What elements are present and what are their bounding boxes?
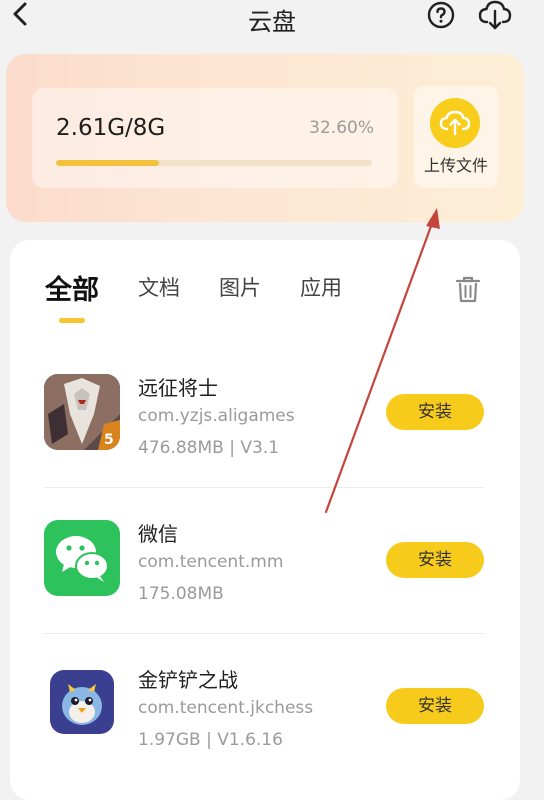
app-package: com.yzjs.aligames [138,406,295,426]
storage-usage-text: 2.61G/8G [56,115,166,141]
header-bar: 云盘 [0,0,544,36]
tab-documents[interactable]: 文档 [138,272,180,302]
cloud-upload-icon [430,98,480,148]
install-button[interactable]: 安装 [386,394,484,430]
cloud-download-icon[interactable] [477,0,513,30]
wechat-icon [44,520,120,596]
app-name: 微信 [138,522,178,546]
app-name: 金铲铲之战 [138,668,238,692]
active-tab-indicator [59,318,85,323]
divider [44,487,484,488]
app-name: 远征将士 [138,376,218,400]
tab-apps[interactable]: 应用 [300,272,342,302]
upload-file-label: 上传文件 [423,156,488,175]
app-size: 476.88MB | V3.1 [138,438,280,458]
app-package: com.tencent.mm [138,552,284,572]
game-penguin-icon [50,670,114,734]
divider [44,633,484,634]
tab-all[interactable]: 全部 [45,268,99,307]
svg-text:5: 5 [104,432,114,448]
storage-progress-bar [56,160,372,166]
app-size: 175.08MB [138,584,224,604]
page-title: 云盘 [248,8,296,36]
game-mecha-icon: 5 [44,374,120,450]
upload-file-button[interactable]: 上传文件 [414,86,498,188]
storage-progress-fill [56,160,160,166]
list-item[interactable]: 金铲铲之战 com.tencent.jkchess 1.97GB | V1.6.… [0,638,544,784]
question-circle-icon[interactable] [427,1,455,29]
storage-usage-card: 2.61G/8G 32.60% [32,88,398,188]
app-size: 1.97GB | V1.6.16 [138,730,283,750]
storage-usage-percent: 32.60% [309,118,374,138]
install-button[interactable]: 安装 [386,542,484,578]
list-item[interactable]: 5 远征将士 com.yzjs.aligames 476.88MB | V3.1… [0,346,544,492]
install-button[interactable]: 安装 [386,688,484,724]
tab-images[interactable]: 图片 [219,272,261,302]
list-item[interactable]: 微信 com.tencent.mm 175.08MB 安装 [0,492,544,638]
trash-icon[interactable] [454,274,482,304]
app-package: com.tencent.jkchess [138,698,314,718]
